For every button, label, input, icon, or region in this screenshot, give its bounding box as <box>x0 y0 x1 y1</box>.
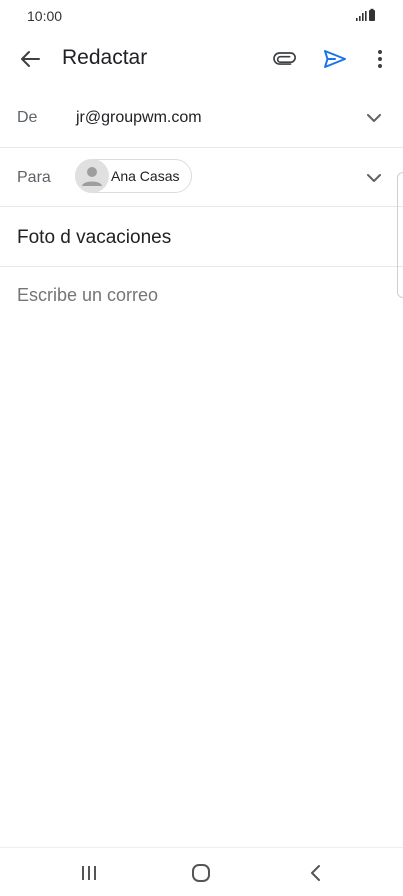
more-options-button[interactable] <box>365 44 395 74</box>
battery-icon <box>369 10 375 21</box>
recipient-chip[interactable]: Ana Casas <box>75 159 193 193</box>
page-title: Redactar <box>62 46 148 69</box>
recents-button[interactable] <box>74 860 104 886</box>
attach-button[interactable] <box>270 44 300 74</box>
status-icons <box>355 8 377 22</box>
send-icon <box>324 50 346 68</box>
home-icon <box>192 864 210 882</box>
signal-icon <box>356 8 375 21</box>
chevron-down-icon <box>367 173 381 182</box>
system-back-button[interactable] <box>300 860 330 886</box>
body-placeholder: Escribe un correo <box>17 285 159 305</box>
paperclip-icon <box>273 52 296 65</box>
from-expand-button[interactable] <box>362 108 386 128</box>
recents-icon <box>82 866 96 880</box>
back-icon <box>311 865 320 881</box>
subject-input[interactable]: Foto d vacaciones <box>17 227 171 249</box>
from-address[interactable]: jr@groupwm.com <box>76 109 202 127</box>
edge-panel-handle[interactable] <box>397 172 403 298</box>
subject-row[interactable]: Foto d vacaciones <box>0 207 403 267</box>
to-expand-button[interactable] <box>362 168 386 188</box>
compose-toolbar: Redactar <box>0 34 403 84</box>
more-vert-icon <box>378 50 382 68</box>
status-bar: 10:00 <box>0 0 403 34</box>
home-button[interactable] <box>186 860 216 886</box>
back-button[interactable] <box>14 45 46 73</box>
from-label: De <box>17 109 38 126</box>
status-time: 10:00 <box>27 8 63 24</box>
avatar <box>75 159 109 193</box>
to-row[interactable]: Para Ana Casas <box>0 148 403 207</box>
body-input[interactable]: Escribe un correo <box>0 267 403 847</box>
to-label: Para <box>17 169 51 186</box>
from-row[interactable]: De jr@groupwm.com <box>0 88 403 148</box>
chevron-down-icon <box>367 113 381 122</box>
recipient-name: Ana Casas <box>111 168 180 184</box>
system-nav-bar <box>0 847 403 896</box>
person-icon <box>82 167 102 186</box>
arrow-left-icon <box>21 51 40 67</box>
send-button[interactable] <box>320 44 350 74</box>
